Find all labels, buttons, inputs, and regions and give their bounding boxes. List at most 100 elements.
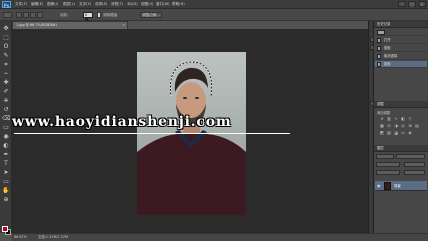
feather-input[interactable]: 0 像素 — [83, 12, 93, 27]
brush-tool[interactable]: ✐ — [2, 88, 10, 96]
right-panels: 历史记录 打开 套索 取消选择 套索 调整 添加调整 ☀ ▥ ∿ ◧ ▽ ▦ ⚖… — [374, 21, 428, 233]
brightness-icon[interactable]: ☀ — [380, 117, 384, 121]
history-panel-header[interactable]: 历史记录 — [374, 21, 428, 28]
zoom-tool[interactable]: ⊕ — [2, 196, 10, 204]
lock-controls[interactable] — [376, 170, 400, 175]
close-button[interactable]: × — [418, 1, 426, 7]
adjustments-panel-header[interactable]: 调整 — [374, 101, 428, 108]
levels-icon[interactable]: ▥ — [387, 117, 391, 121]
layer-name: 背景 — [394, 184, 401, 188]
watermark-underline — [14, 133, 290, 134]
layer-row[interactable]: ◉ 背景 — [375, 181, 427, 191]
lasso-tool-preset-icon[interactable] — [3, 12, 12, 18]
menu-help[interactable]: 帮助(H) — [172, 0, 185, 9]
history-item-icon — [377, 62, 381, 67]
threshold-icon[interactable]: ◪ — [394, 131, 398, 135]
watermark-text: www.haoyidianshenji.com — [12, 114, 232, 130]
history-item-label: 打开 — [384, 38, 391, 42]
history-item-icon — [377, 46, 381, 51]
shape-tool[interactable]: ▭ — [2, 178, 10, 186]
menu-edit[interactable]: 编辑(E) — [31, 0, 43, 9]
history-item-label: 套索 — [384, 62, 391, 66]
layers-panel-header[interactable]: 图层 — [374, 145, 428, 152]
path-select-tool[interactable]: ➤ — [2, 169, 10, 177]
channel-mixer-icon[interactable]: ⊞ — [408, 124, 412, 128]
gradient-tool[interactable]: ▭ — [2, 124, 10, 132]
menu-window[interactable]: 窗口(W) — [156, 0, 170, 9]
black-white-icon[interactable]: ◑ — [394, 124, 398, 128]
invert-icon[interactable]: ◩ — [380, 131, 384, 135]
quick-select-tool[interactable]: ✎ — [2, 52, 10, 60]
adjustments-subtitle: 添加调整 — [377, 111, 391, 115]
status-bar: 66.67% 文档:1.37M/1.37M — [12, 233, 428, 241]
hand-tool[interactable]: ✋ — [2, 187, 10, 195]
move-tool[interactable]: ✥ — [2, 25, 10, 33]
history-item-active[interactable]: 套索 — [375, 61, 427, 68]
menu-layer[interactable]: 图层(L) — [63, 0, 75, 9]
selective-color-icon[interactable]: ◈ — [408, 131, 412, 135]
snapshot-thumbnail — [377, 30, 385, 35]
posterize-icon[interactable]: ▨ — [387, 131, 391, 135]
tools-panel: ✥ ⬚ ʘ ✎ ⌗ ⌁ ✚ ✐ ⎈ ↺ ⌫ ▭ ◉ ◐ ✒ T ➤ ▭ ✋ ⊕ — [0, 21, 12, 235]
marquee-tool[interactable]: ⬚ — [2, 34, 10, 42]
history-item-label: 套索 — [384, 46, 391, 50]
history-item-label: 取消选择 — [384, 54, 398, 58]
layer-kind-select[interactable] — [396, 154, 425, 159]
menu-filter[interactable]: 滤镜(T) — [111, 0, 123, 9]
history-item[interactable]: 打开 — [375, 37, 427, 44]
history-item[interactable]: 取消选择 — [375, 53, 427, 60]
curves-icon[interactable]: ∿ — [394, 117, 398, 121]
layer-filter-select[interactable] — [376, 154, 394, 159]
vibrance-icon[interactable]: ▽ — [408, 117, 412, 121]
healing-brush-tool[interactable]: ✚ — [2, 79, 10, 87]
history-brush-tool[interactable]: ↺ — [2, 106, 10, 114]
document-tab[interactable]: 1.jpg @ 66.7%(RGB/8#) × — [12, 21, 128, 29]
refine-edge-label: 调整边缘... — [142, 13, 160, 17]
subtract-selection-icon[interactable] — [30, 12, 36, 18]
photoshop-logo: Ps — [2, 1, 11, 8]
document-title: 1.jpg @ 66.7%(RGB/8#) — [16, 23, 57, 27]
history-item-icon — [377, 54, 381, 59]
eye-icon[interactable]: ◉ — [377, 183, 382, 188]
color-lookup-icon[interactable]: ▤ — [415, 124, 419, 128]
maximize-button[interactable]: □ — [408, 1, 416, 7]
options-bar: 羽化: 0 像素 消除锯齿 调整边缘... — [0, 9, 428, 27]
intersect-selection-icon[interactable] — [37, 12, 43, 18]
gradient-map-icon[interactable]: ▭ — [401, 131, 405, 135]
foreground-color-swatch[interactable] — [2, 226, 8, 232]
clone-stamp-tool[interactable]: ⎈ — [2, 97, 10, 105]
fill-field[interactable] — [404, 170, 425, 175]
menu-select[interactable]: 选择(S) — [95, 0, 107, 9]
opacity-field[interactable] — [404, 162, 425, 167]
menu-image[interactable]: 图像(I) — [47, 0, 58, 9]
exposure-icon[interactable]: ◧ — [401, 117, 405, 121]
crop-tool[interactable]: ⌗ — [2, 61, 10, 69]
type-tool[interactable]: T — [2, 160, 10, 168]
hue-saturation-icon[interactable]: ▦ — [380, 124, 384, 128]
new-selection-icon[interactable] — [16, 12, 22, 18]
history-item[interactable]: 套索 — [375, 45, 427, 52]
eraser-tool[interactable]: ⌫ — [2, 115, 10, 123]
pen-tool[interactable]: ✒ — [2, 151, 10, 159]
menu-bar: Ps 文件(F) 编辑(E) 图像(I) 图层(L) 文字(Y) 选择(S) 滤… — [0, 0, 428, 9]
minimize-button[interactable]: – — [398, 1, 406, 7]
zoom-level[interactable]: 66.67% — [14, 234, 27, 241]
menu-view[interactable]: 视图(V) — [141, 0, 153, 9]
canvas-area[interactable]: www.haoyidianshenji.com — [12, 29, 368, 233]
layer-thumbnail — [384, 182, 391, 190]
menu-type[interactable]: 文字(Y) — [79, 0, 91, 9]
color-balance-icon[interactable]: ⚖ — [387, 124, 391, 128]
history-snapshot[interactable] — [375, 29, 427, 36]
eyedropper-tool[interactable]: ⌁ — [2, 70, 10, 78]
blend-mode-select[interactable] — [376, 162, 400, 167]
lasso-tool[interactable]: ʘ — [2, 43, 10, 51]
history-item-icon — [377, 38, 381, 43]
tab-close-icon[interactable]: × — [122, 22, 125, 29]
add-selection-icon[interactable] — [23, 12, 29, 18]
menu-file[interactable]: 文件(F) — [15, 0, 27, 9]
dodge-tool[interactable]: ◐ — [2, 142, 10, 150]
blur-tool[interactable]: ◉ — [2, 133, 10, 141]
menu-3d[interactable]: 3D(D) — [127, 0, 138, 9]
antialias-checkbox[interactable] — [97, 12, 101, 18]
photo-filter-icon[interactable]: ◎ — [401, 124, 405, 128]
